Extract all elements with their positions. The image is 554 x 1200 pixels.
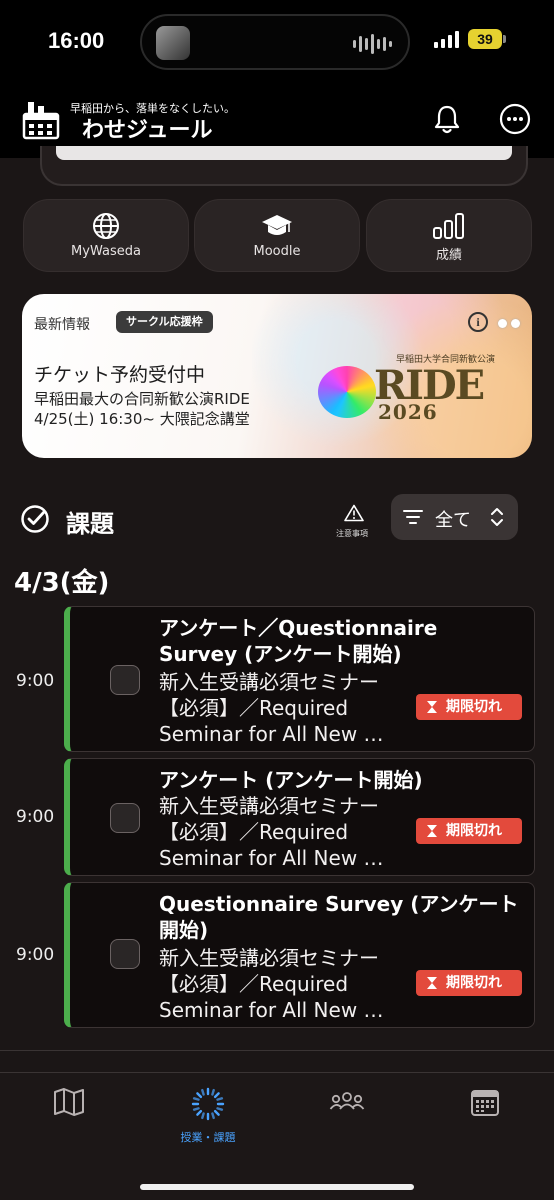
filter-icon [403, 510, 423, 524]
notes-button[interactable]: 注意事項 [336, 504, 372, 539]
task-item[interactable]: Questionnaire Survey (アンケート開始) 新入生受講必須セミ… [64, 882, 535, 1028]
tab-classes-tasks[interactable]: 授業・課題 [163, 1087, 253, 1145]
globe-icon [93, 213, 119, 239]
quick-link-mywaseda[interactable]: MyWaseda [23, 199, 189, 272]
task-title: アンケート (アンケート開始) [159, 768, 423, 792]
task-title: Questionnaire Survey (アンケート開始) [159, 892, 519, 942]
info-icon[interactable]: i [468, 312, 488, 332]
task-time: 9:00 [16, 671, 55, 691]
status-bar: 16:00 39 [0, 0, 554, 92]
task-checkbox[interactable] [110, 939, 140, 969]
carousel-dots[interactable] [498, 319, 520, 328]
loading-spinner-icon [191, 1087, 225, 1121]
task-course: 新入生受講必須セミナー【必須】／Required Seminar for All… [159, 670, 384, 746]
divider [0, 1050, 554, 1051]
search-box-remnant[interactable] [40, 146, 528, 186]
quick-link-moodle[interactable]: Moodle [194, 199, 360, 272]
news-banner[interactable]: 最新情報 サークル応援枠 i チケット予約受付中 早稲田最大の合同新歓公演RID… [22, 294, 532, 458]
dynamic-island[interactable] [140, 14, 410, 70]
bar-chart-icon [433, 213, 464, 239]
expired-label: 期限切れ [446, 823, 502, 839]
tasks-header: 課題 注意事項 全て [0, 490, 554, 546]
tab-calendar[interactable] [440, 1087, 530, 1121]
quick-link-label: MyWaseda [71, 244, 141, 259]
app-logo-icon [22, 102, 60, 140]
hourglass-icon [427, 701, 437, 713]
community-icon [329, 1092, 365, 1110]
check-circle-icon [21, 505, 49, 533]
banner-tag: 最新情報 [34, 317, 90, 333]
hourglass-icon [427, 825, 437, 837]
expired-badge: 期限切れ [416, 694, 522, 720]
graduation-cap-icon [262, 215, 292, 235]
task-time: 9:00 [16, 945, 55, 965]
ride-logo-year: 2026 [378, 400, 438, 424]
tab-label: 授業・課題 [180, 1131, 236, 1144]
expired-badge: 期限切れ [416, 970, 522, 996]
battery-icon: 39 [468, 29, 502, 49]
bottom-tab-bar: 授業・課題 [0, 1072, 554, 1200]
filter-value: 全て [435, 510, 471, 531]
expired-label: 期限切れ [446, 699, 502, 715]
chevron-up-down-icon [491, 508, 503, 526]
quick-link-label: 成績 [435, 248, 462, 263]
filter-select[interactable]: 全て [391, 494, 518, 540]
map-icon [54, 1088, 84, 1116]
ride-rose-logo-icon [318, 366, 376, 418]
app-name: わせジュール [82, 118, 213, 143]
warning-icon [344, 504, 364, 522]
ride-logo-caption: 早稲田大学合同新歓公演 [396, 355, 496, 365]
banner-headline: チケット予約受付中 [34, 364, 206, 386]
tab-community[interactable] [302, 1087, 392, 1121]
notes-label: 注意事項 [336, 529, 368, 538]
battery-tip [503, 35, 506, 43]
tasks-title: 課題 [66, 510, 114, 538]
task-course: 新入生受講必須セミナー【必須】／Required Seminar for All… [159, 794, 384, 870]
task-item[interactable]: アンケート (アンケート開始) 新入生受講必須セミナー【必須】／Required… [64, 758, 535, 876]
task-title: アンケート／Questionnaire Survey (アンケート開始) [159, 616, 438, 666]
calendar-icon [471, 1090, 499, 1116]
task-item[interactable]: アンケート／Questionnaire Survey (アンケート開始) 新入生… [64, 606, 535, 752]
bell-icon[interactable] [430, 102, 464, 136]
audio-wave-icon [353, 34, 392, 54]
home-indicator[interactable] [140, 1184, 414, 1190]
now-playing-artwork [156, 26, 190, 60]
status-time: 16:00 [48, 28, 105, 53]
task-checkbox[interactable] [110, 803, 140, 833]
hourglass-icon [427, 977, 437, 989]
task-time: 9:00 [16, 807, 55, 827]
banner-badge: サークル応援枠 [116, 311, 213, 333]
quick-link-label: Moodle [253, 244, 301, 259]
banner-line-3: 4/25(土) 16:30~ 大隈記念講堂 [34, 410, 250, 428]
expired-badge: 期限切れ [416, 818, 522, 844]
quick-link-grades[interactable]: 成績 [366, 199, 532, 272]
signal-icon [434, 30, 459, 48]
task-checkbox[interactable] [110, 665, 140, 695]
task-course: 新入生受講必須セミナー【必須】／Required Seminar for All… [159, 946, 384, 1022]
banner-line-2: 早稲田最大の合同新歓公演RIDE [34, 390, 250, 408]
more-icon[interactable] [498, 102, 532, 136]
expired-label: 期限切れ [446, 975, 502, 991]
date-heading: 4/3(金) [14, 568, 110, 598]
tab-map[interactable] [24, 1087, 114, 1121]
